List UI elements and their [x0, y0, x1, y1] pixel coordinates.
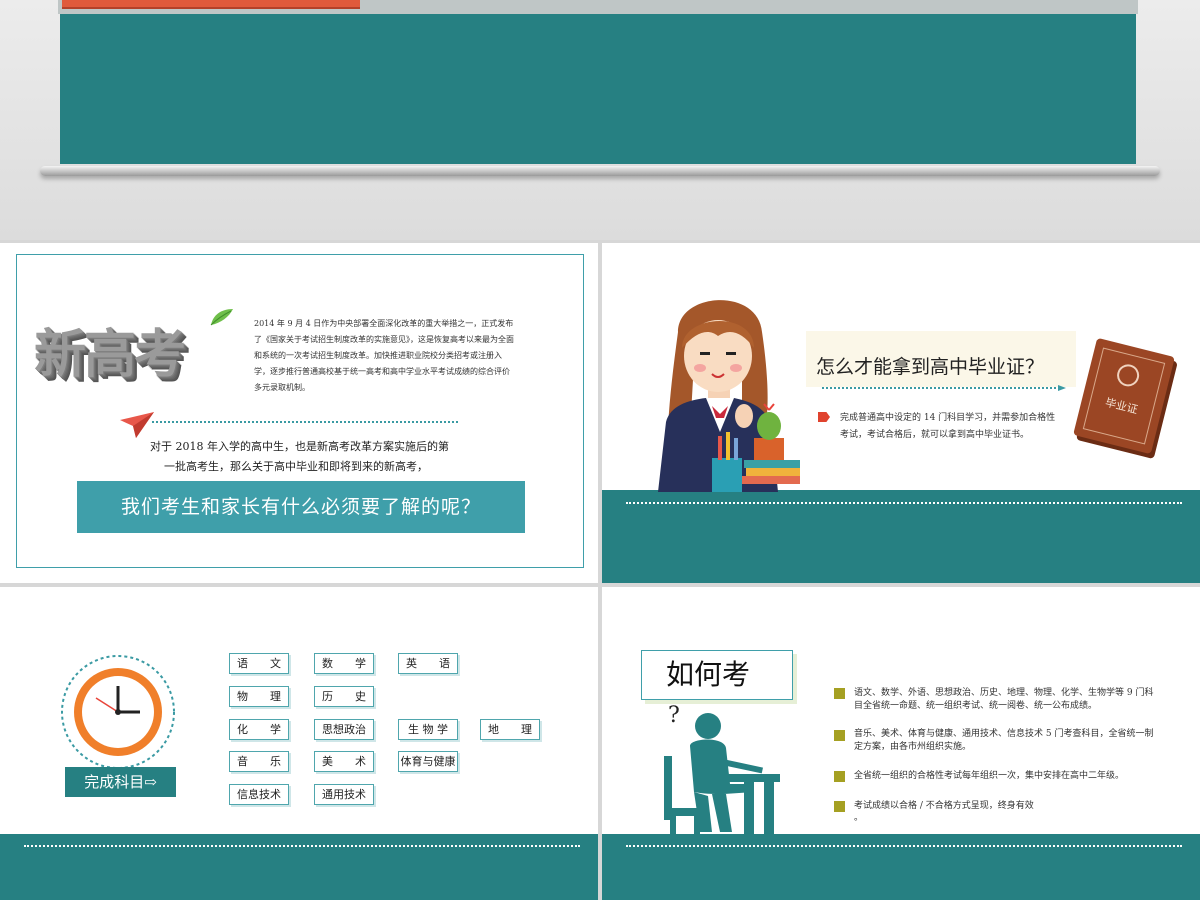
subject-chip: 通用技术	[314, 784, 374, 805]
footer-dotted-line	[24, 845, 580, 847]
leaf-icon	[210, 309, 233, 326]
subject-chip: 历 史	[314, 686, 374, 707]
question-underline	[822, 387, 1060, 389]
intro-text: 对于 2018 年入学的高中生，也是新高考改革方案实施后的第 一批高考生，那么关…	[150, 437, 480, 477]
subject-chip: 化 学	[229, 719, 289, 740]
intro-line-1: 对于 2018 年入学的高中生，也是新高考改革方案实施后的第	[150, 440, 449, 453]
top-slide-preview[interactable]	[0, 0, 1200, 240]
subject-chip: 英 语	[398, 653, 458, 674]
bullet-icon	[834, 771, 845, 782]
arrow-right-icon	[1058, 385, 1066, 391]
paper-plane-icon	[120, 412, 154, 438]
new-gaokao-logo: 新高考	[34, 325, 186, 385]
teal-board	[60, 14, 1136, 164]
student-at-desk-icon	[664, 713, 780, 836]
subject-chip: 思想政治	[314, 719, 374, 740]
completed-subjects-label: 完成科目⇨	[65, 767, 176, 797]
exam-rule-item: 全省统一组织的合格性考试每年组织一次，集中安排在高中二年级。	[854, 771, 1125, 781]
footer-dotted-line	[626, 502, 1182, 504]
footer-dotted-line	[626, 845, 1182, 847]
chalk-shelf	[40, 166, 1160, 176]
intro-line-2: 一批高考生，那么关于高中毕业和即将到来的新高考，	[164, 460, 428, 473]
subject-chip: 音 乐	[229, 751, 289, 772]
subject-chip: 语 文	[229, 653, 289, 674]
exam-rule-item: 音乐、美术、体育与健康、通用技术、信息技术 5 门考查科目，全省统一制定方案，由…	[854, 729, 1154, 752]
subject-chip: 体育与健康	[398, 751, 458, 772]
student-girl-illustration	[658, 300, 800, 492]
subject-chip: 地 理	[480, 719, 540, 740]
bullet-icon	[834, 801, 845, 812]
slide-title: 如何考	[641, 650, 793, 700]
subject-chip: 信息技术	[229, 784, 289, 805]
exam-rule-item: 语文、数学、外语、思想政治、历史、地理、物理、化学、生物学等 9 门科目全省统一…	[854, 688, 1154, 711]
bullet-icon	[834, 730, 845, 741]
subject-chip: 数 学	[314, 653, 374, 674]
teal-footer-band	[602, 834, 1200, 900]
subject-chip: 生 物 学	[398, 719, 458, 740]
diploma-requirement-text: 完成普通高中设定的 14 门科目学习，并需参加合格性考试，考试合格后，就可以拿到…	[840, 413, 1056, 440]
diploma-question: 怎么才能拿到高中毕业证？	[806, 331, 1076, 387]
question-banner: 我们考生和家长有什么必须要了解的呢？	[77, 481, 525, 533]
subject-chip: 物 理	[229, 686, 289, 707]
subject-chip: 美 术	[314, 751, 374, 772]
exam-rule-trailing-mark: 。	[854, 813, 864, 823]
reform-paragraph: 2014 年 9 月 4 日作为中央部署全面深化改革的重大举措之一，正式发布了《…	[254, 319, 514, 392]
bullet-icon	[834, 688, 845, 699]
book-illustration	[62, 0, 360, 9]
dotted-divider	[152, 421, 458, 423]
teal-footer-band	[0, 834, 598, 900]
clock-icon	[58, 652, 178, 772]
